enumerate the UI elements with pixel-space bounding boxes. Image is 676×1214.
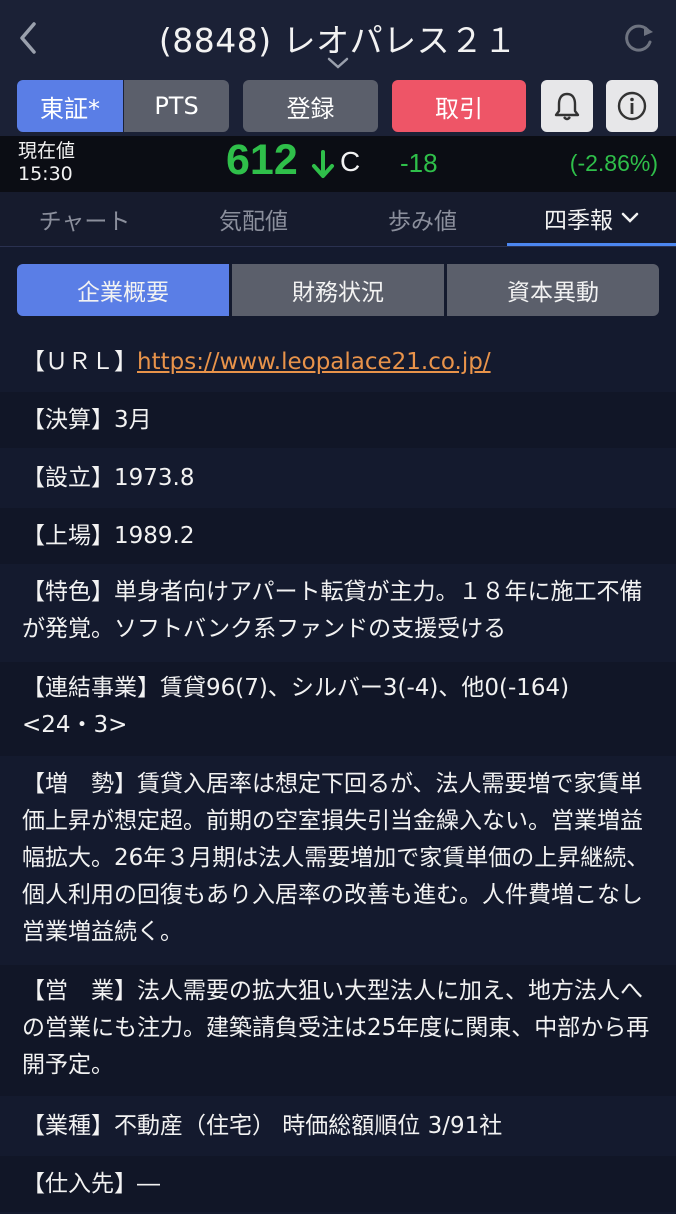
info-value-industry: 不動産（住宅） 時価総額順位 3/91社 [114, 1113, 503, 1139]
info-row-sales: 【営 業】法人需要の拡大狙い大型法人に加え、地方法人への営業にも注力。建築請負受… [0, 965, 676, 1096]
info-row-established: 【設立】1973.8 [0, 450, 676, 506]
company-info-list: 【ＵＲＬ】https://www.leopalace21.co.jp/ 【決算】… [0, 334, 676, 1214]
info-icon [617, 91, 647, 121]
info-value-suppliers: ― [137, 1171, 160, 1197]
chevron-down-icon[interactable] [326, 56, 350, 70]
info-label-settlement: 【決算】 [22, 407, 114, 433]
register-button[interactable]: 登録 [243, 80, 378, 132]
info-value-growth: 賃貸入居率は想定下回るが、法人需要増で家賃単価上昇が想定超。前期の空室損失引当金… [22, 771, 650, 945]
tab-shikiho[interactable]: 四季報 [507, 192, 676, 246]
company-url-link[interactable]: https://www.leopalace21.co.jp/ [137, 349, 491, 375]
current-price: 612 [226, 136, 298, 184]
info-value-features: 単身者向けアパート転貸が主力。１８年に施工不備が発覚。ソフトバンク系ファンドの支… [22, 579, 643, 642]
tab-chart[interactable]: チャート [0, 192, 169, 246]
info-label-growth: 【増 勢】 [22, 771, 137, 797]
info-label-segments: 【連結事業】 [22, 675, 160, 701]
info-row-suppliers: 【仕入先】― [0, 1156, 676, 1212]
subtab-company-overview[interactable]: 企業概要 [17, 264, 229, 316]
close-status-mark: C [340, 146, 361, 177]
info-row-segments: 【連結事業】賃貸96(7)、シルバー3(-4)、他0(-164) <24・3> [0, 662, 676, 756]
trade-button[interactable]: 取引 [392, 80, 526, 132]
info-button[interactable] [606, 80, 658, 132]
info-value-settlement: 3月 [114, 407, 152, 433]
page-title[interactable]: (8848) レオパレス２１ [0, 14, 676, 62]
info-label-sales: 【営 業】 [22, 978, 137, 1004]
price-change: -18 [400, 148, 438, 178]
action-button-row: 東証* PTS 登録 取引 [0, 76, 676, 136]
info-value-segments-date: <24・3> [22, 712, 128, 738]
chevron-down-icon [621, 212, 639, 223]
market-pts-button[interactable]: PTS [124, 80, 229, 132]
subtab-financial-status[interactable]: 財務状況 [232, 264, 444, 316]
info-label-industry: 【業種】 [22, 1113, 114, 1139]
info-row-listed: 【上場】1989.2 [0, 508, 676, 564]
price-strip: 現在値 15:30 612 C -18 (-2.86%) [0, 136, 676, 192]
tab-bar: チャート 気配値 歩み値 四季報 [0, 192, 676, 247]
info-row-growth: 【増 勢】賃貸入居率は想定下回るが、法人需要増で家賃単価上昇が想定超。前期の空室… [0, 758, 676, 963]
info-row-industry: 【業種】不動産（住宅） 時価総額順位 3/91社 [0, 1098, 676, 1154]
info-value-listed: 1989.2 [114, 523, 195, 549]
current-price-label: 現在値 15:30 [18, 140, 75, 186]
subtab-capital-changes[interactable]: 資本異動 [447, 264, 659, 316]
tab-shikiho-label: 四季報 [544, 207, 613, 234]
top-bar: (8848) レオパレス２１ [0, 0, 676, 76]
info-label-features: 【特色】 [22, 579, 114, 605]
alert-button[interactable] [541, 80, 593, 132]
quote-time: 15:30 [18, 163, 73, 185]
down-arrow-icon [312, 150, 334, 178]
current-label-text: 現在値 [18, 140, 76, 162]
price-change-percent: (-2.86%) [569, 150, 658, 176]
info-row-settlement: 【決算】3月 [0, 392, 676, 448]
info-label-listed: 【上場】 [22, 523, 114, 549]
market-tosho-button[interactable]: 東証* [17, 80, 123, 132]
info-row-url: 【ＵＲＬ】https://www.leopalace21.co.jp/ [0, 334, 676, 390]
info-label-url: 【ＵＲＬ】 [22, 349, 137, 375]
bell-icon [554, 92, 580, 121]
info-value-segments: 賃貸96(7)、シルバー3(-4)、他0(-164) [160, 675, 570, 701]
tab-tick-history[interactable]: 歩み値 [338, 192, 507, 246]
info-label-established: 【設立】 [22, 465, 114, 491]
info-label-suppliers: 【仕入先】 [22, 1171, 137, 1197]
tab-quote-board[interactable]: 気配値 [169, 192, 338, 246]
info-row-features: 【特色】単身者向けアパート転貸が主力。１８年に施工不備が発覚。ソフトバンク系ファ… [0, 566, 676, 660]
info-value-established: 1973.8 [114, 465, 195, 491]
refresh-icon[interactable] [620, 20, 656, 56]
